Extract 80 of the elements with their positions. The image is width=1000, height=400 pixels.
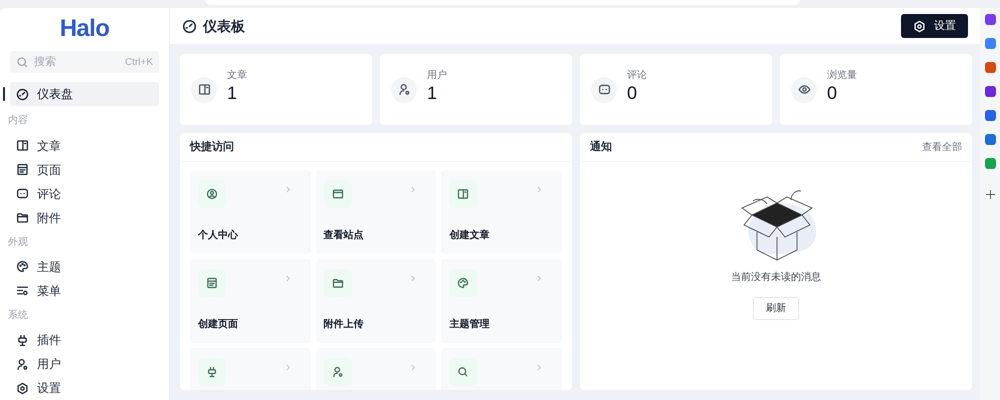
search-icon — [16, 56, 29, 69]
chevron-icon — [536, 275, 542, 282]
folder-icon — [16, 211, 29, 224]
add-icon[interactable] — [986, 190, 994, 199]
settings-icon — [913, 20, 926, 32]
chevron-icon — [286, 186, 291, 193]
settings-button[interactable]: 设置 — [901, 14, 968, 38]
chevron-icon — [411, 275, 416, 282]
user-icon — [332, 366, 344, 378]
shortcut-tile[interactable]: 个人中心 — [190, 170, 311, 254]
folder-icon — [332, 277, 344, 289]
stat-label: 文章 — [227, 68, 247, 83]
app-icon[interactable] — [984, 134, 996, 145]
chevron-icon — [286, 364, 291, 371]
eye-icon — [798, 83, 810, 96]
shortcut-tile[interactable]: 创建文章 — [441, 170, 562, 254]
profile-icon — [206, 188, 218, 200]
app-icon[interactable] — [984, 158, 996, 169]
user-icon — [398, 83, 410, 96]
menu-icon — [16, 284, 29, 298]
sidebar-item[interactable]: 插件 — [10, 328, 159, 352]
shortcut-tile[interactable]: 查看站点 — [316, 170, 436, 254]
chevron-icon — [286, 275, 291, 282]
article-icon — [16, 139, 29, 152]
page-icon — [206, 277, 218, 289]
settings-icon — [16, 382, 29, 395]
app-icon[interactable] — [984, 62, 996, 73]
plug-icon — [16, 334, 29, 347]
sidebar-item[interactable]: 文章 — [10, 134, 159, 158]
article-icon — [198, 83, 210, 96]
refresh-button[interactable]: 刷新 — [753, 297, 799, 320]
page-title: 仪表板 — [203, 16, 245, 36]
app-icon[interactable] — [984, 86, 996, 97]
chevron-icon — [411, 364, 416, 371]
chevron-icon — [536, 364, 542, 371]
shortcut-tile[interactable]: 创建页面 — [190, 259, 311, 343]
sidebar-item[interactable]: 附件 — [10, 206, 159, 230]
gauge-icon — [182, 18, 197, 34]
window-icon — [332, 188, 344, 200]
palette-icon — [457, 277, 470, 289]
empty-message: 当前没有未读的消息 — [731, 270, 821, 285]
stat-value: 0 — [627, 83, 638, 103]
panel-title: 快捷访问 — [180, 133, 572, 162]
gauge-icon — [16, 88, 29, 101]
app-icon[interactable] — [984, 38, 996, 49]
user-icon — [16, 358, 29, 371]
stat-value: 1 — [227, 83, 238, 103]
sidebar-item[interactable]: 设置 — [10, 376, 159, 400]
shortcut-tile[interactable]: 主题管理 — [441, 259, 562, 343]
search-icon — [457, 366, 470, 378]
chevron-icon — [411, 186, 416, 193]
app-icon[interactable] — [984, 110, 996, 121]
page-icon — [16, 163, 29, 176]
comment-icon — [598, 83, 610, 96]
search-placeholder: 搜索 — [34, 54, 57, 70]
sidebar-item[interactable]: 页面 — [10, 158, 159, 182]
section-heading: 内容 — [8, 114, 29, 128]
shortcut-hint: Ctrl+K — [124, 56, 153, 70]
palette-icon — [16, 260, 29, 274]
shortcut-tile[interactable]: 附件上传 — [316, 259, 436, 343]
halo-logo: Halo — [58, 14, 110, 44]
view-all-link[interactable]: 查看全部 — [922, 140, 962, 154]
section-heading: 外观 — [8, 236, 29, 250]
panel-title: 通知 — [590, 140, 612, 155]
sidebar-item[interactable]: 用户 — [10, 352, 159, 376]
stat-value: 0 — [827, 83, 838, 103]
article-icon — [457, 188, 470, 200]
stat-label: 浏览量 — [827, 68, 857, 83]
plug-icon — [206, 366, 218, 378]
section-heading: 系统 — [8, 308, 29, 323]
app-icon[interactable] — [984, 14, 996, 25]
sidebar-item[interactable]: 评论 — [10, 182, 159, 206]
comment-icon — [16, 187, 29, 200]
stat-label: 评论 — [627, 69, 647, 83]
stat-label: 用户 — [427, 68, 447, 83]
sidebar-item[interactable]: 菜单 — [10, 278, 159, 303]
selection-indicator — [3, 87, 5, 102]
sidebar-item[interactable]: 主题 — [10, 254, 159, 279]
chevron-icon — [536, 186, 542, 193]
stat-value: 1 — [427, 83, 438, 103]
